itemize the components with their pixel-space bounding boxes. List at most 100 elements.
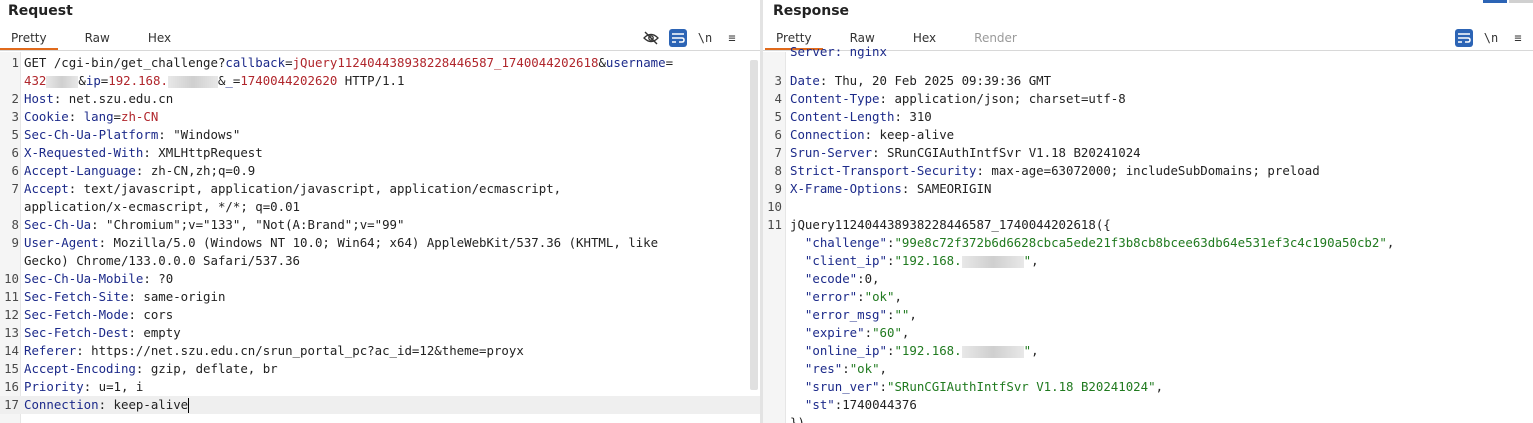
divider (0, 50, 760, 51)
line-number: 14 (4, 343, 19, 358)
code-line[interactable]: "expire":"60", (763, 324, 1533, 342)
code-text: Sec-Ch-Ua-Mobile: ?0 (24, 270, 173, 288)
code-line[interactable]: application/x-ecmascript, */*; q=0.01 (0, 198, 760, 216)
code-line[interactable]: 10 (763, 198, 1533, 216)
response-title: Response (773, 3, 850, 19)
code-token: Accept-Language (24, 163, 136, 178)
code-line[interactable]: 3 Cookie: lang=zh-CN (0, 108, 760, 126)
code-line[interactable]: 7 Accept: text/javascript, application/ja… (0, 180, 760, 198)
code-text: GET /cgi-bin/get_challenge?callback=jQue… (24, 54, 673, 72)
line-number: 3 (11, 109, 19, 124)
code-text: "online_ip":"192.168. ", (790, 342, 1039, 360)
code-line[interactable]: 14 Referer: https://net.szu.edu.cn/srun_p… (0, 342, 760, 360)
code-token: Sec-Fetch-Dest (24, 325, 129, 340)
code-token: : net.szu.edu.cn (53, 91, 174, 106)
line-number: 5 (774, 109, 782, 124)
code-token: , (909, 307, 917, 322)
code-line[interactable]: 4 Content-Type: application/json; charset… (763, 90, 1533, 108)
code-text: Referer: https://net.szu.edu.cn/srun_por… (24, 342, 524, 360)
code-token: , (1031, 343, 1039, 358)
code-line[interactable]: }) (763, 414, 1533, 423)
newline-toggle[interactable]: \n (696, 29, 714, 47)
wrap-lines-icon[interactable] (669, 29, 687, 47)
code-line[interactable]: 8 Sec-Ch-Ua: "Chromium";v="133", "Not(A:B… (0, 216, 760, 234)
code-line[interactable]: Gecko) Chrome/133.0.0.0 Safari/537.36 (0, 252, 760, 270)
code-line[interactable]: "error_msg":"", (763, 306, 1533, 324)
code-line[interactable]: 9 X-Frame-Options: SAMEORIGIN (763, 180, 1533, 198)
code-text: Sec-Ch-Ua: "Chromium";v="133", "Not(A:Br… (24, 216, 404, 234)
code-line[interactable]: 13 Sec-Fetch-Dest: empty (0, 324, 760, 342)
code-text: Sec-Ch-Ua-Platform: "Windows" (24, 126, 240, 144)
vertical-scrollbar[interactable] (750, 60, 758, 390)
tab-raw[interactable]: Raw (74, 29, 121, 50)
layout-split-button[interactable] (1483, 0, 1507, 3)
code-line[interactable]: 6 Connection: keep-alive (763, 126, 1533, 144)
code-line[interactable]: 5 Sec-Ch-Ua-Platform: "Windows" (0, 126, 760, 144)
code-line[interactable]: 432 &ip=192.168. &_=1740044202620 HTTP/1.1 (0, 72, 760, 90)
code-token: : "Chromium";v="133", "Not(A:Brand";v="9… (91, 217, 405, 232)
code-line[interactable]: 17 Connection: keep-alive (0, 396, 760, 414)
code-text: Content-Length: 310 (790, 108, 932, 126)
code-text: "expire":"60", (790, 324, 909, 342)
code-line[interactable]: 2 Host: net.szu.edu.cn (0, 90, 760, 108)
code-line[interactable]: 6 X-Requested-With: XMLHttpRequest (0, 144, 760, 162)
code-token: ip (85, 73, 101, 88)
code-line[interactable]: 9 User-Agent: Mozilla/5.0 (Windows NT 10.… (0, 234, 760, 252)
line-number: 6 (774, 127, 782, 142)
code-token: : u=1, i (83, 379, 144, 394)
code-token: User-Agent (24, 235, 99, 250)
code-line[interactable]: 6 Accept-Language: zh-CN,zh;q=0.9 (0, 162, 760, 180)
code-line[interactable]: "error":"ok", (763, 288, 1533, 306)
code-token: , (1031, 253, 1039, 268)
code-token: " (1023, 253, 1032, 268)
code-line[interactable]: 16 Priority: u=1, i (0, 378, 760, 396)
code-token: Sec-Fetch-Mode (24, 307, 129, 322)
response-editor[interactable]: Server: nginx 3 Date: Thu, 20 Feb 2025 09:… (763, 44, 1533, 423)
wrap-lines-icon[interactable] (1455, 29, 1473, 47)
code-line[interactable]: "client_ip":"192.168. ", (763, 252, 1533, 270)
code-line[interactable]: 5 Content-Length: 310 (763, 108, 1533, 126)
code-line[interactable]: 7 Srun-Server: SRunCGIAuthIntfSvr V1.18 B… (763, 144, 1533, 162)
tab-render[interactable]: Render (963, 29, 1028, 50)
menu-icon[interactable]: ≡ (1509, 29, 1527, 47)
code-token: Sec-Ch-Ua-Mobile (24, 271, 144, 286)
code-line[interactable]: "challenge":"99e8c72f372b6d6628cbca5ede2… (763, 234, 1533, 252)
code-line[interactable]: "st":1740044376 (763, 396, 1533, 414)
code-line[interactable]: Server: nginx (763, 44, 1533, 72)
code-token: Gecko) Chrome/133.0.0.0 Safari/537.36 (24, 253, 301, 268)
code-token: : ?0 (143, 271, 174, 286)
code-line[interactable]: 11 jQuery112404438938228446587_1740044202… (763, 216, 1533, 234)
line-number: 15 (4, 361, 19, 376)
code-token: : "Windows" (158, 127, 241, 142)
request-editor[interactable]: 1 GET /cgi-bin/get_challenge?callback=jQu… (0, 52, 760, 423)
eye-slash-icon[interactable] (642, 29, 660, 47)
layout-buttons[interactable] (1483, 0, 1533, 3)
code-token: :0, (857, 271, 880, 286)
code-token: _ (225, 73, 233, 88)
code-line[interactable]: "online_ip":"192.168. ", (763, 342, 1533, 360)
line-number: 7 (11, 181, 19, 196)
code-token: Accept (24, 181, 69, 196)
response-pane: Response Pretty Raw Hex Render \n ≡ Serv… (763, 0, 1533, 423)
code-token: "res" (790, 361, 843, 376)
layout-tabs-button[interactable] (1509, 0, 1533, 3)
code-token: : 310 (894, 109, 932, 124)
code-line[interactable]: "res":"ok", (763, 360, 1533, 378)
code-line[interactable]: 1 GET /cgi-bin/get_challenge?callback=jQu… (0, 54, 760, 72)
tab-pretty[interactable]: Pretty (0, 29, 58, 50)
code-token: "60" (872, 325, 902, 340)
newline-toggle[interactable]: \n (1482, 29, 1500, 47)
menu-icon[interactable]: ≡ (723, 29, 741, 47)
code-text: 432 &ip=192.168. &_=1740044202620 HTTP/1.1 (24, 72, 404, 90)
code-line[interactable]: 12 Sec-Fetch-Mode: cors (0, 306, 760, 324)
tab-hex[interactable]: Hex (137, 29, 182, 50)
code-line[interactable]: 8 Strict-Transport-Security: max-age=6307… (763, 162, 1533, 180)
code-line[interactable]: "srun_ver":"SRunCGIAuthIntfSvr V1.18 B20… (763, 378, 1533, 396)
code-line[interactable]: 15 Accept-Encoding: gzip, deflate, br (0, 360, 760, 378)
code-token: : text/javascript, application/javascrip… (68, 181, 562, 196)
code-line[interactable]: 3 Date: Thu, 20 Feb 2025 09:39:36 GMT (763, 72, 1533, 90)
code-line[interactable]: "ecode":0, (763, 270, 1533, 288)
tab-hex[interactable]: Hex (902, 29, 947, 50)
code-line[interactable]: 10 Sec-Ch-Ua-Mobile: ?0 (0, 270, 760, 288)
code-line[interactable]: 11 Sec-Fetch-Site: same-origin (0, 288, 760, 306)
